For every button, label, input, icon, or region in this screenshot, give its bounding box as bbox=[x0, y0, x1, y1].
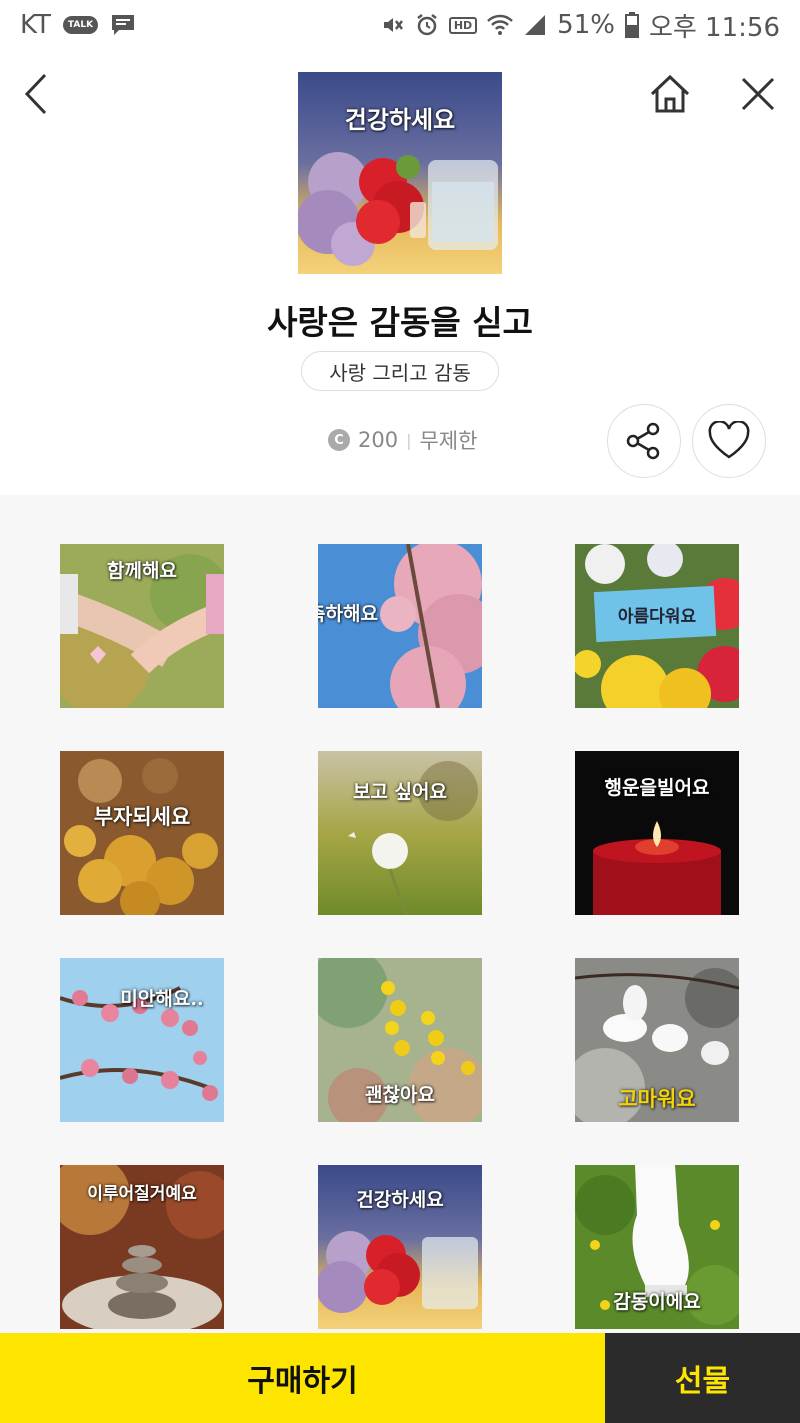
home-icon bbox=[650, 74, 690, 113]
sticker-caption: 고마워요 bbox=[618, 1086, 696, 1111]
artist-tag[interactable]: 사랑 그리고 감동 bbox=[301, 351, 499, 391]
battery-icon bbox=[624, 12, 639, 38]
sticker-caption: 건강하세요 bbox=[356, 1189, 444, 1211]
signal-icon bbox=[523, 13, 547, 37]
hero-caption: 건강하세요 bbox=[344, 105, 456, 134]
sticker-item[interactable]: 부자되세요 bbox=[60, 751, 224, 915]
sticker-item[interactable]: 함께해요 bbox=[60, 544, 224, 708]
sticker-caption: 감동이에요 bbox=[613, 1291, 701, 1313]
sticker-caption: 행운을빌어요 bbox=[604, 777, 710, 799]
share-icon bbox=[626, 422, 660, 460]
kakaotalk-notification-icon: TALK bbox=[62, 16, 99, 34]
close-icon bbox=[741, 77, 775, 111]
price-info: C 200 | 무제한 bbox=[328, 425, 477, 455]
message-notification-icon bbox=[110, 13, 136, 37]
sticker-item[interactable]: 행운을빌어요 bbox=[575, 751, 739, 915]
sticker-caption: 함께해요 bbox=[107, 560, 177, 582]
bottom-action-bar: 구매하기 선물 bbox=[0, 1333, 800, 1423]
sticker-caption: 이루어질거예요 bbox=[87, 1184, 197, 1204]
sticker-item[interactable]: 건강하세요 bbox=[318, 1165, 482, 1329]
clock-time: 오후 11:56 bbox=[648, 12, 780, 43]
sticker-caption: 미안해요.. bbox=[120, 988, 204, 1010]
sticker-pack-title: 사랑은 감동을 싣고 bbox=[267, 303, 533, 342]
heart-icon bbox=[708, 421, 750, 459]
buy-button[interactable]: 구매하기 bbox=[0, 1333, 605, 1423]
sticker-caption: 부자되세요 bbox=[93, 804, 191, 829]
sticker-caption: 축하해요 bbox=[318, 603, 378, 625]
sticker-pack-thumbnail: 건강하세요 bbox=[298, 72, 502, 274]
coin-icon: C bbox=[328, 429, 350, 451]
close-button[interactable] bbox=[730, 66, 786, 122]
sticker-caption: 괜찮아요 bbox=[365, 1084, 435, 1106]
hd-voice-icon: HD bbox=[448, 16, 478, 34]
chevron-left-icon bbox=[24, 73, 47, 115]
sticker-item[interactable]: 아름다워요 bbox=[575, 544, 739, 708]
sticker-caption: 보고 싶어요 bbox=[352, 781, 447, 803]
gift-button[interactable]: 선물 bbox=[605, 1333, 800, 1423]
meta-divider: | bbox=[406, 430, 412, 450]
sticker-item[interactable]: 미안해요.. bbox=[60, 958, 224, 1122]
alarm-icon bbox=[415, 13, 439, 37]
sticker-item[interactable]: 보고 싶어요 bbox=[318, 751, 482, 915]
wifi-icon bbox=[487, 13, 514, 37]
sticker-item[interactable]: 괜찮아요 bbox=[318, 958, 482, 1122]
sticker-item[interactable]: 고마워요 bbox=[575, 958, 739, 1122]
sticker-caption: 아름다워요 bbox=[617, 607, 697, 627]
sticker-item[interactable]: 감동이에요 bbox=[575, 1165, 739, 1329]
sticker-grid: 함께해요 축하해요 아름다워요 bbox=[0, 495, 800, 1333]
carrier-label: KT bbox=[20, 10, 51, 40]
status-bar: KT TALK HD 51% 오후 11:56 bbox=[0, 0, 800, 50]
home-button[interactable] bbox=[642, 66, 698, 122]
duration-label: 무제한 bbox=[419, 429, 478, 453]
share-button[interactable] bbox=[607, 404, 681, 478]
mute-icon bbox=[381, 13, 405, 37]
like-button[interactable] bbox=[692, 404, 766, 478]
sticker-item[interactable]: 이루어질거예요 bbox=[60, 1165, 224, 1329]
price-value: 200 bbox=[358, 428, 399, 452]
sticker-item[interactable]: 축하해요 bbox=[318, 544, 482, 708]
back-button[interactable] bbox=[8, 66, 64, 122]
battery-percent: 51% bbox=[557, 10, 615, 40]
